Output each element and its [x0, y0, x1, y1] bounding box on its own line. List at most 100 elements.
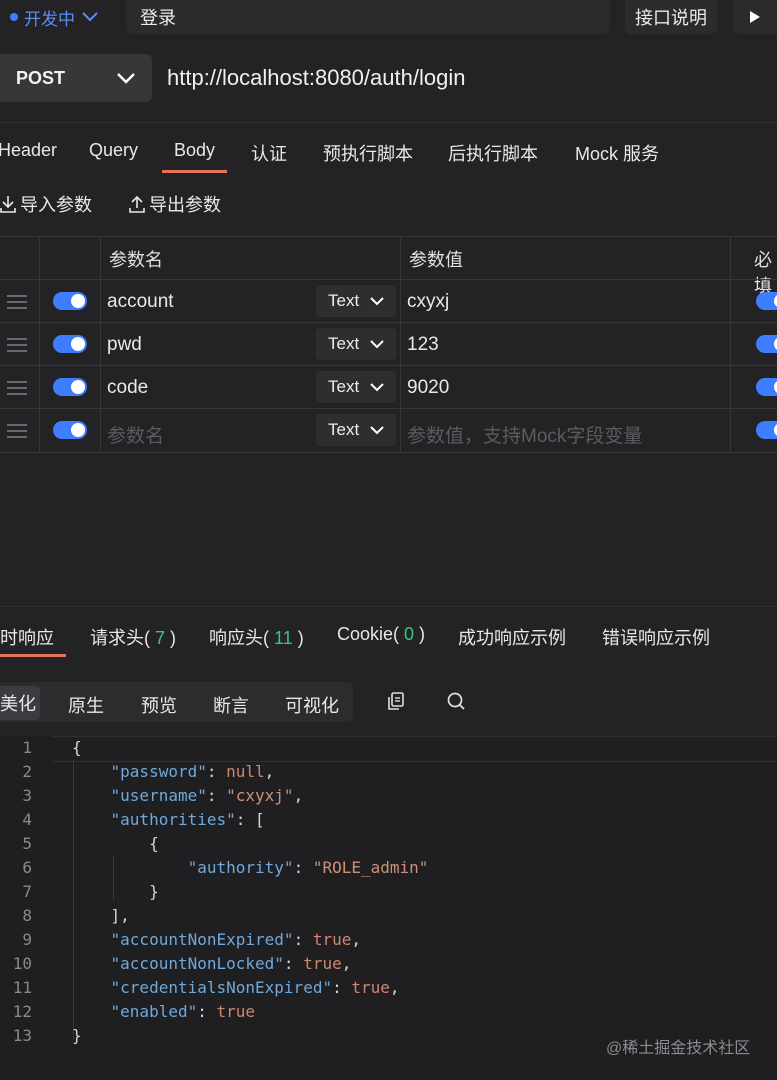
tab-query[interactable]: Query [89, 140, 138, 164]
param-type-label: Text [328, 420, 360, 439]
param-name[interactable]: account [107, 291, 174, 313]
tab-label: 响应头 [209, 628, 263, 648]
tab-label: 请求头 [90, 628, 144, 648]
view-mode-pretty[interactable]: 美化 [0, 686, 40, 720]
chevron-down-icon [370, 296, 384, 305]
code-line: "username": "cxyxj", [110, 786, 304, 805]
param-type-select[interactable]: Text [316, 285, 396, 317]
chevron-down-icon [117, 73, 135, 84]
param-name[interactable]: pwd [107, 334, 142, 356]
url-input[interactable]: http://localhost:8080/auth/login [167, 54, 777, 102]
code-line: "authorities": [ [110, 810, 265, 829]
param-type-label: Text [328, 334, 360, 353]
method-select[interactable]: POST [0, 54, 152, 102]
environment-label: 开发中 [24, 9, 75, 29]
required-toggle[interactable] [756, 292, 777, 310]
request-name-tab[interactable]: 登录 [126, 0, 610, 34]
tab-error-example[interactable]: 错误响应示例 [602, 624, 710, 648]
tab-body[interactable]: Body [174, 140, 215, 164]
code-line: "authority": "ROLE_admin" [187, 858, 429, 877]
chevron-down-icon [370, 425, 384, 434]
tab-label: 实时响应 [0, 628, 54, 648]
param-value[interactable]: cxyxj [407, 291, 449, 313]
tab-auth[interactable]: 认证 [251, 140, 287, 164]
param-name[interactable]: code [107, 377, 148, 399]
import-label: 导入参数 [20, 195, 92, 215]
enable-toggle[interactable] [53, 421, 87, 439]
table-row-new: 参数名 Text 参数值，支持Mock字段变量 [0, 408, 777, 453]
copy-icon[interactable] [386, 691, 406, 716]
line-number: 1 [22, 738, 32, 757]
line-number: 3 [22, 786, 32, 805]
code-line: } [72, 882, 159, 901]
param-type-label: Text [328, 377, 360, 396]
code-line: "accountNonExpired": true, [110, 930, 361, 949]
view-mode-preview[interactable]: 预览 [141, 692, 177, 716]
chevron-down-icon [82, 12, 98, 22]
tab-request-headers[interactable]: 请求头( 7 ) [90, 624, 176, 648]
code-line: "enabled": true [110, 1002, 256, 1021]
param-value[interactable]: 9020 [407, 377, 449, 399]
code-line: { [72, 834, 159, 853]
export-params-button[interactable]: 导出参数 [129, 192, 221, 216]
tab-label: 错误响应示例 [602, 628, 710, 648]
code-line: "credentialsNonExpired": true, [110, 978, 400, 997]
param-type-select[interactable]: Text [316, 328, 396, 360]
required-toggle[interactable] [756, 421, 777, 439]
environment-selector[interactable]: 开发中 [10, 0, 99, 34]
param-value-input[interactable]: 参数值，支持Mock字段变量 [407, 421, 642, 448]
drag-handle-icon[interactable] [7, 338, 27, 356]
code-line: "accountNonLocked": true, [110, 954, 352, 973]
tab-response-headers[interactable]: 响应头( 11 ) [209, 624, 304, 648]
tab-header[interactable]: Header [0, 140, 57, 164]
required-toggle[interactable] [756, 378, 777, 396]
table-row: pwd Text 123 [0, 322, 777, 366]
param-value[interactable]: 123 [407, 334, 439, 356]
required-toggle[interactable] [756, 335, 777, 353]
watermark: @稀土掘金技术社区 [606, 1040, 751, 1057]
param-type-select[interactable]: Text [316, 371, 396, 403]
column-header-value: 参数值 [409, 250, 463, 270]
tab-pre-script[interactable]: 预执行脚本 [323, 140, 413, 164]
view-mode-assert[interactable]: 断言 [213, 692, 249, 716]
current-line-highlight [52, 736, 777, 762]
line-number: 7 [22, 882, 32, 901]
enable-toggle[interactable] [53, 378, 87, 396]
search-icon[interactable] [446, 691, 466, 716]
tab-success-example[interactable]: 成功响应示例 [458, 624, 566, 648]
table-header-row: 参数名 参数值 必填 [0, 236, 777, 296]
drag-handle-icon[interactable] [7, 295, 27, 313]
tab-cookie[interactable]: Cookie( 0 ) [337, 624, 425, 648]
table-row: account Text cxyxj [0, 279, 777, 323]
count-badge: 7 [155, 628, 166, 648]
divider [0, 122, 777, 123]
enable-toggle[interactable] [53, 335, 87, 353]
param-type-select[interactable]: Text [316, 414, 396, 446]
chevron-down-icon [370, 339, 384, 348]
chevron-down-icon [370, 382, 384, 391]
api-doc-button[interactable]: 接口说明 [625, 0, 717, 34]
param-type-label: Text [328, 291, 360, 310]
enable-toggle[interactable] [53, 292, 87, 310]
tab-post-script[interactable]: 后执行脚本 [448, 140, 538, 164]
code-line: { [72, 738, 82, 757]
tab-live-response[interactable]: 实时响应 [0, 624, 54, 648]
line-number: 6 [22, 858, 32, 877]
line-number: 2 [22, 762, 32, 781]
view-mode-raw[interactable]: 原生 [68, 692, 104, 716]
code-line: "password": null, [110, 762, 275, 781]
run-button[interactable] [733, 0, 777, 34]
view-mode-visualize[interactable]: 可视化 [285, 692, 339, 716]
line-number: 11 [12, 978, 32, 997]
line-number: 4 [22, 810, 32, 829]
response-code-viewer[interactable]: 1 {2 "password": null, 3 "username": "cxyx… [0, 736, 777, 1080]
drag-handle-icon[interactable] [7, 381, 27, 399]
drag-handle-icon[interactable] [7, 424, 27, 442]
play-icon [750, 11, 760, 23]
tab-mock-service[interactable]: Mock 服务 [575, 140, 659, 164]
param-name-input[interactable]: 参数名 [107, 421, 164, 448]
export-icon [129, 195, 145, 213]
import-params-button[interactable]: 导入参数 [0, 192, 92, 216]
import-icon [0, 196, 16, 213]
line-number: 13 [12, 1026, 32, 1045]
